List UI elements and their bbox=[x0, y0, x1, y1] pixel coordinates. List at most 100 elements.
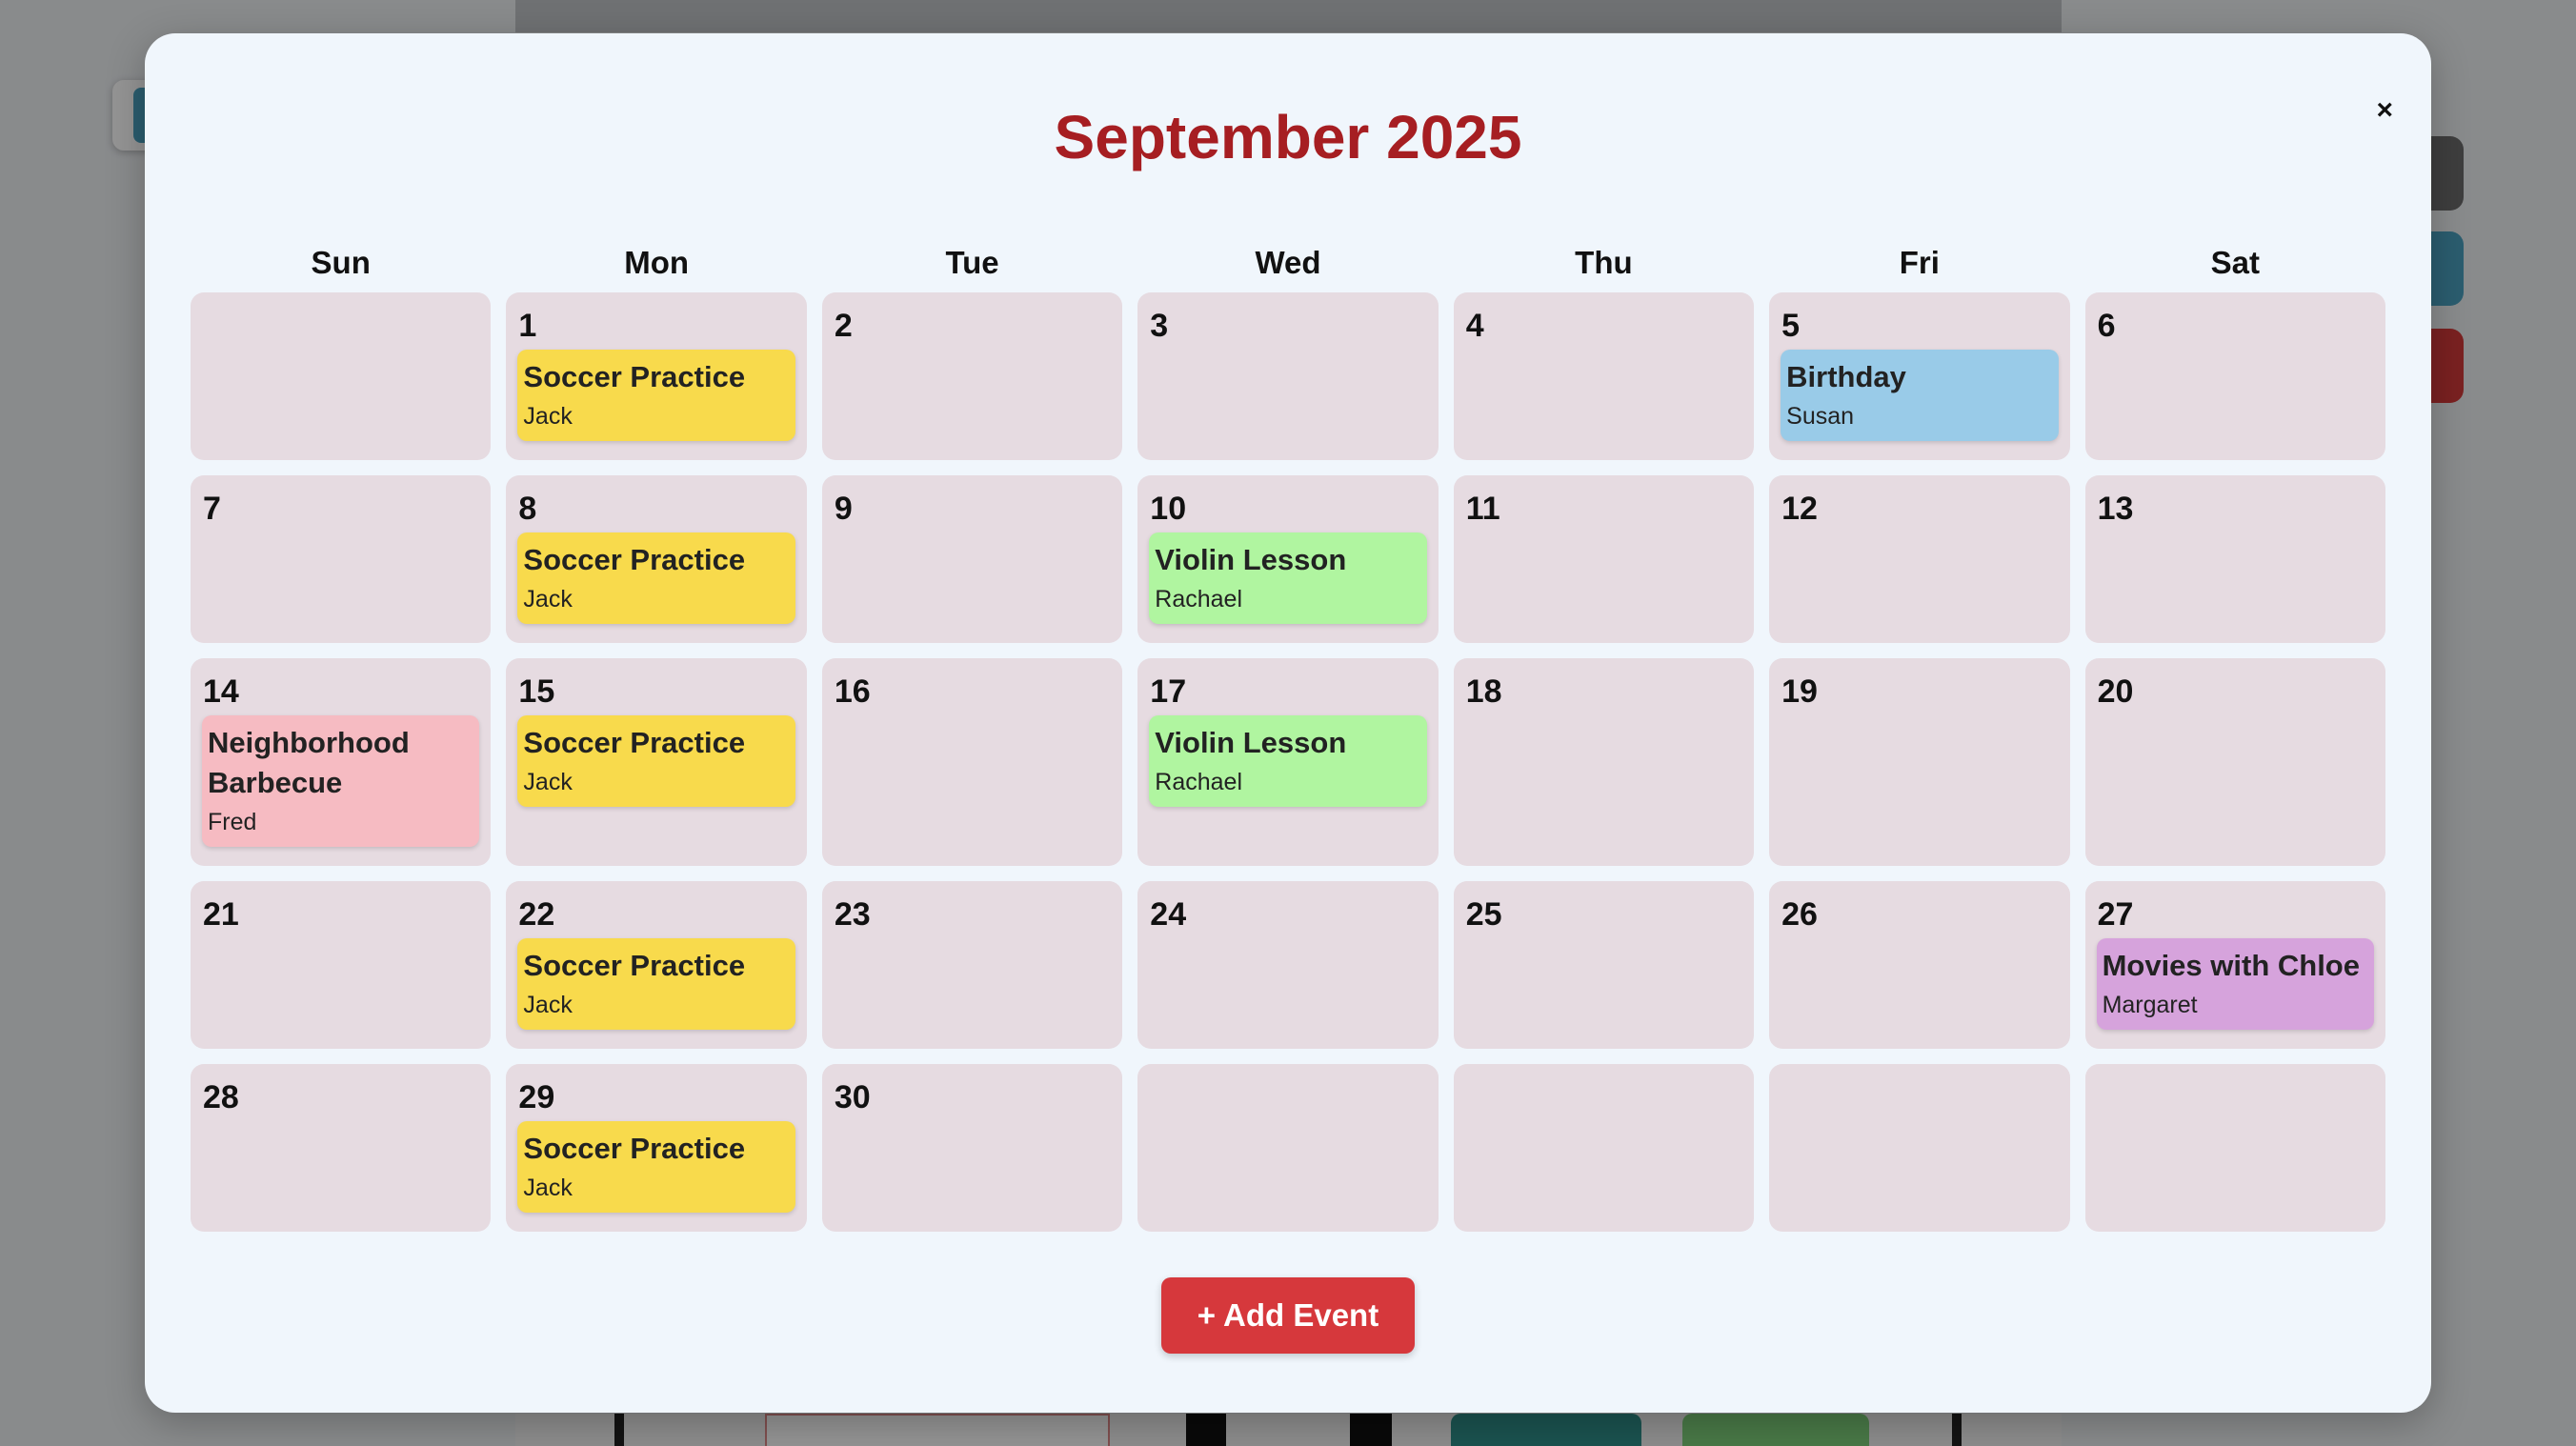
day-number: 12 bbox=[1781, 491, 1818, 527]
day-cell[interactable]: 14 Neighborhood Barbecue Fred bbox=[191, 658, 492, 866]
weekday-label: Sat bbox=[2210, 245, 2260, 280]
day-cell[interactable]: 27 Movies with Chloe Margaret bbox=[2084, 881, 2385, 1049]
empty-day-cell bbox=[2084, 1064, 2385, 1232]
event-person: Margaret bbox=[2102, 992, 2198, 1018]
day-cell[interactable]: 25 bbox=[1453, 881, 1755, 1049]
day-cell[interactable]: 4 bbox=[1453, 292, 1755, 460]
empty-day-cell bbox=[191, 292, 492, 460]
empty-day-cell bbox=[1769, 1064, 2070, 1232]
day-number bbox=[1781, 1077, 2058, 1117]
day-cell[interactable]: 20 bbox=[2084, 658, 2385, 866]
calendar-grid: 1 Soccer Practice Jack 2 3 4 5 Birthday Susan 6 7 8… bbox=[191, 292, 2385, 1232]
event-title: Soccer Practice bbox=[523, 726, 746, 759]
day-number: 29 bbox=[518, 1079, 555, 1115]
empty-day-cell bbox=[1453, 1064, 1755, 1232]
day-number: 25 bbox=[1465, 896, 1502, 933]
day-cell[interactable]: 12 bbox=[1769, 475, 2070, 643]
day-number bbox=[1465, 1077, 1742, 1117]
day-cell[interactable]: 13 bbox=[2084, 475, 2385, 643]
day-number: 15 bbox=[518, 673, 555, 710]
event-title: Soccer Practice bbox=[523, 360, 746, 393]
day-number: 7 bbox=[203, 491, 221, 527]
day-number: 6 bbox=[2097, 308, 2116, 344]
weekday-label: Fri bbox=[1899, 245, 1940, 280]
day-cell[interactable]: 10 Violin Lesson Rachael bbox=[1137, 475, 1439, 643]
day-number: 23 bbox=[834, 896, 871, 933]
event-title: Birthday bbox=[1786, 360, 1906, 393]
day-number: 11 bbox=[1465, 491, 1500, 527]
event-title: Soccer Practice bbox=[523, 543, 746, 576]
day-number: 21 bbox=[203, 896, 239, 933]
day-cell[interactable]: 17 Violin Lesson Rachael bbox=[1137, 658, 1439, 866]
event-person: Fred bbox=[208, 809, 257, 835]
event-person: Rachael bbox=[1155, 769, 1243, 795]
day-number: 13 bbox=[2097, 491, 2134, 527]
weekday-label: Mon bbox=[624, 245, 690, 280]
event-title: Violin Lesson bbox=[1155, 726, 1347, 759]
day-number: 20 bbox=[2097, 673, 2134, 710]
day-number: 17 bbox=[1150, 673, 1187, 710]
event-person: Jack bbox=[523, 586, 573, 613]
day-cell[interactable]: 18 bbox=[1453, 658, 1755, 866]
event-card[interactable]: Soccer Practice Jack bbox=[517, 350, 795, 441]
day-number: 30 bbox=[834, 1079, 871, 1115]
day-cell[interactable]: 26 bbox=[1769, 881, 2070, 1049]
day-number: 14 bbox=[203, 673, 239, 710]
event-card[interactable]: Soccer Practice Jack bbox=[517, 715, 795, 807]
weekday-label: Tue bbox=[945, 245, 999, 280]
day-number: 27 bbox=[2097, 896, 2134, 933]
day-cell[interactable]: 22 Soccer Practice Jack bbox=[506, 881, 807, 1049]
day-cell[interactable]: 16 bbox=[821, 658, 1123, 866]
day-cell[interactable]: 7 bbox=[191, 475, 492, 643]
event-card[interactable]: Soccer Practice Jack bbox=[517, 938, 795, 1030]
day-number: 19 bbox=[1781, 673, 1818, 710]
day-cell[interactable]: 11 bbox=[1453, 475, 1755, 643]
day-cell[interactable]: 15 Soccer Practice Jack bbox=[506, 658, 807, 866]
event-person: Rachael bbox=[1155, 586, 1243, 613]
day-cell[interactable]: 30 bbox=[821, 1064, 1123, 1232]
empty-day-cell bbox=[1137, 1064, 1439, 1232]
event-title: Violin Lesson bbox=[1155, 543, 1347, 576]
day-cell[interactable]: 21 bbox=[191, 881, 492, 1049]
event-card[interactable]: Movies with Chloe Margaret bbox=[2096, 938, 2374, 1030]
weekday-label: Thu bbox=[1575, 245, 1633, 280]
event-card[interactable]: Soccer Practice Jack bbox=[517, 532, 795, 624]
day-cell[interactable]: 1 Soccer Practice Jack bbox=[506, 292, 807, 460]
day-number: 5 bbox=[1781, 308, 1801, 344]
event-title: Neighborhood Barbecue bbox=[208, 726, 410, 799]
day-number: 22 bbox=[518, 896, 555, 933]
day-number: 8 bbox=[518, 491, 537, 527]
day-cell[interactable]: 28 bbox=[191, 1064, 492, 1232]
day-number: 3 bbox=[1150, 308, 1169, 344]
day-cell[interactable]: 24 bbox=[1137, 881, 1439, 1049]
day-cell[interactable]: 9 bbox=[821, 475, 1123, 643]
event-title: Soccer Practice bbox=[523, 1132, 746, 1165]
event-card[interactable]: Neighborhood Barbecue Fred bbox=[202, 715, 480, 847]
day-cell[interactable]: 8 Soccer Practice Jack bbox=[506, 475, 807, 643]
event-card[interactable]: Violin Lesson Rachael bbox=[1149, 532, 1427, 624]
weekday-label: Wed bbox=[1255, 245, 1321, 280]
add-event-button[interactable]: + Add Event bbox=[1161, 1277, 1415, 1354]
event-title: Movies with Chloe bbox=[2102, 949, 2360, 982]
day-number: 10 bbox=[1150, 491, 1187, 527]
event-card[interactable]: Birthday Susan bbox=[1781, 350, 2059, 441]
day-cell[interactable]: 2 bbox=[821, 292, 1123, 460]
day-number: 2 bbox=[834, 308, 853, 344]
event-person: Susan bbox=[1786, 403, 1855, 430]
day-cell[interactable]: 5 Birthday Susan bbox=[1769, 292, 2070, 460]
day-cell[interactable]: 6 bbox=[2084, 292, 2385, 460]
day-cell[interactable]: 19 bbox=[1769, 658, 2070, 866]
day-number: 16 bbox=[834, 673, 871, 710]
day-number: 24 bbox=[1150, 896, 1187, 933]
weekday-header: Sun Mon Tue Wed Thu Fri Sat bbox=[191, 245, 2385, 281]
event-title: Soccer Practice bbox=[523, 949, 746, 982]
event-person: Jack bbox=[523, 1175, 573, 1201]
day-number: 9 bbox=[834, 491, 853, 527]
day-cell[interactable]: 23 bbox=[821, 881, 1123, 1049]
day-cell[interactable]: 29 Soccer Practice Jack bbox=[506, 1064, 807, 1232]
day-number: 28 bbox=[203, 1079, 239, 1115]
event-card[interactable]: Violin Lesson Rachael bbox=[1149, 715, 1427, 807]
event-card[interactable]: Soccer Practice Jack bbox=[517, 1121, 795, 1213]
day-cell[interactable]: 3 bbox=[1137, 292, 1439, 460]
event-person: Jack bbox=[523, 403, 573, 430]
